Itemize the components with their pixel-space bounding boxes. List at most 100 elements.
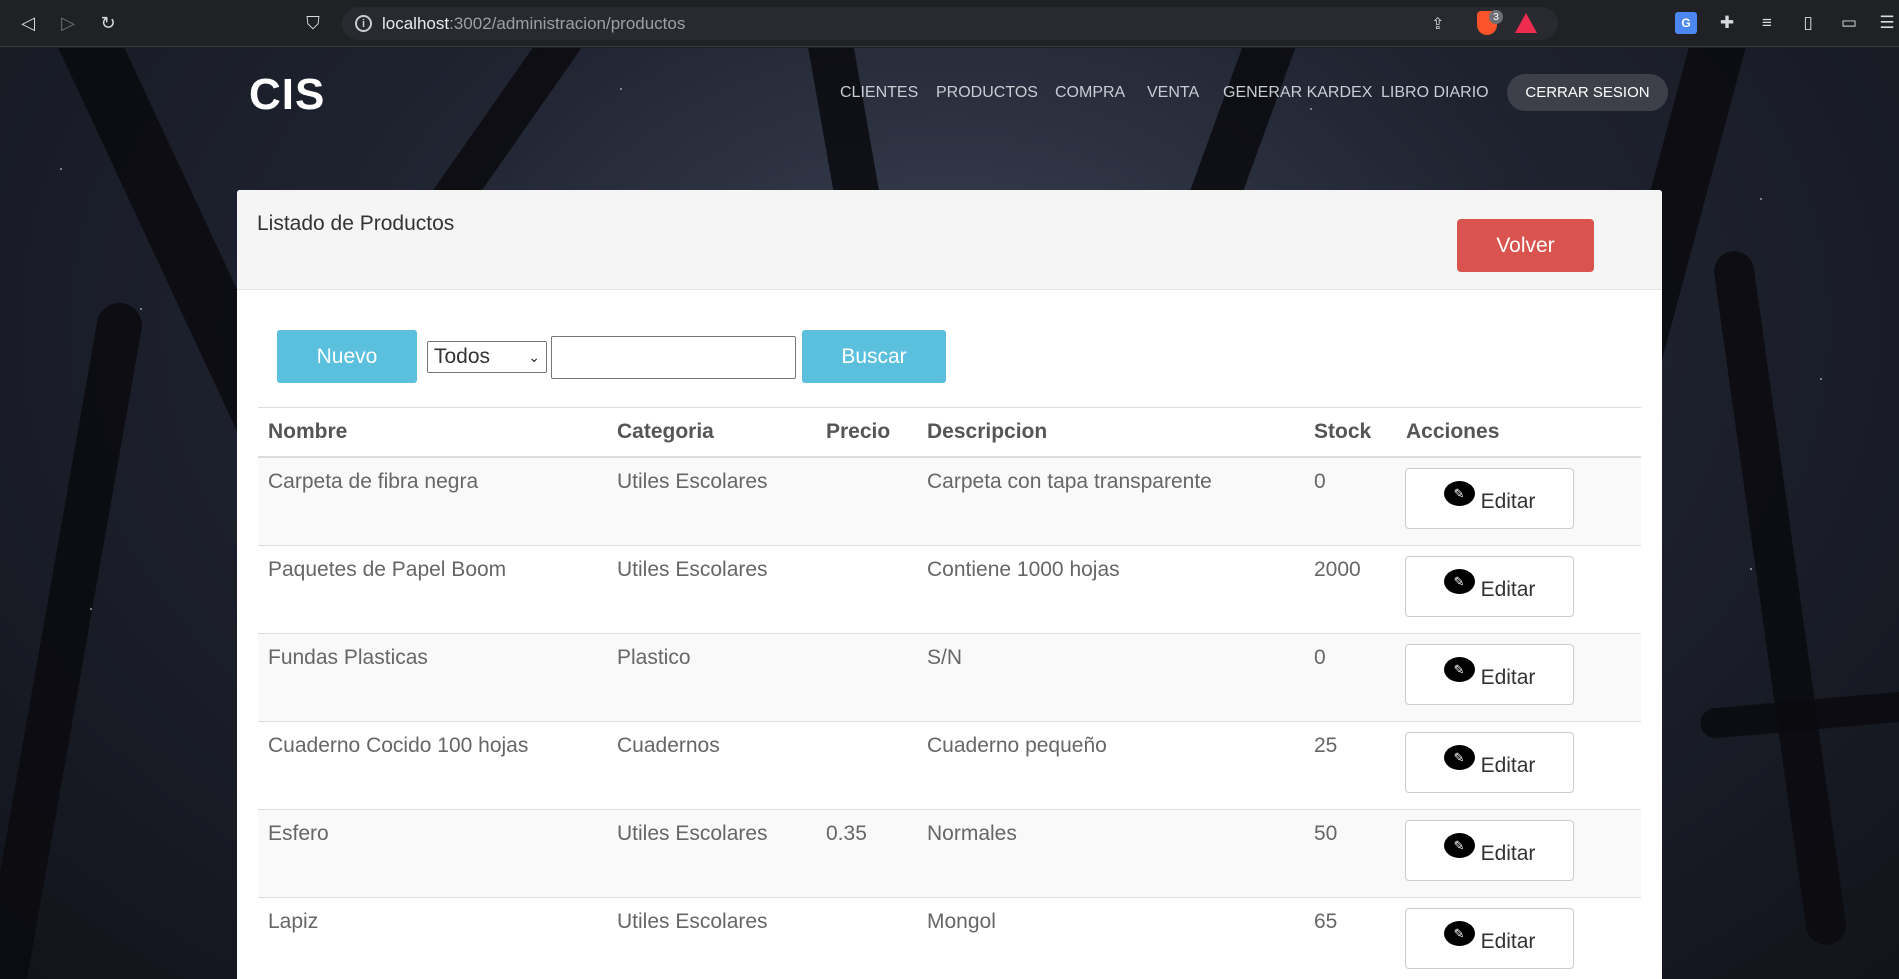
cell-stock: 50 bbox=[1314, 822, 1338, 845]
edit-button[interactable]: ✎ Editar bbox=[1405, 468, 1574, 529]
nav-venta[interactable]: VENTA bbox=[1147, 84, 1199, 102]
bookmark-icon[interactable]: ⛉ bbox=[301, 11, 325, 35]
products-table: Nombre Categoria Precio Descripcion Stoc… bbox=[258, 407, 1641, 979]
pencil-icon: ✎ bbox=[1443, 921, 1475, 946]
edit-label: Editar bbox=[1480, 929, 1536, 953]
search-input[interactable] bbox=[551, 336, 796, 379]
table-header: Nombre Categoria Precio Descripcion Stoc… bbox=[258, 407, 1641, 458]
edit-button[interactable]: ✎ Editar bbox=[1405, 556, 1574, 617]
cell-categoria: Utiles Escolares bbox=[617, 470, 768, 493]
playlist-icon[interactable]: ≡ bbox=[1756, 12, 1778, 34]
cell-nombre: Paquetes de Papel Boom bbox=[268, 558, 507, 581]
cell-stock: 65 bbox=[1314, 910, 1338, 933]
cell-categoria: Utiles Escolares bbox=[617, 910, 768, 933]
cell-categoria: Cuadernos bbox=[617, 734, 720, 757]
edit-label: Editar bbox=[1480, 753, 1536, 777]
nav-generar-kardex[interactable]: GENERAR KARDEX bbox=[1223, 84, 1372, 102]
column-header-acciones: Acciones bbox=[1406, 420, 1500, 443]
logout-button[interactable]: CERRAR SESION bbox=[1507, 74, 1668, 111]
cell-stock: 0 bbox=[1314, 470, 1326, 493]
new-product-button[interactable]: Nuevo bbox=[277, 330, 417, 383]
cell-descripcion: Mongol bbox=[927, 910, 996, 933]
filter-selected-value: Todos bbox=[434, 345, 491, 368]
pencil-icon: ✎ bbox=[1443, 833, 1475, 858]
cell-precio: 0.35 bbox=[826, 822, 867, 845]
star bbox=[60, 168, 62, 170]
pencil-icon: ✎ bbox=[1443, 481, 1475, 506]
edit-label: Editar bbox=[1480, 577, 1536, 601]
cell-stock: 0 bbox=[1314, 646, 1326, 669]
pencil-icon: ✎ bbox=[1443, 569, 1475, 594]
star bbox=[140, 308, 142, 310]
search-button[interactable]: Buscar bbox=[802, 330, 946, 383]
column-header-precio: Precio bbox=[826, 420, 891, 443]
column-header-descripcion: Descripcion bbox=[927, 420, 1048, 443]
cell-nombre: Carpeta de fibra negra bbox=[268, 470, 479, 493]
share-icon[interactable]: ⇪ bbox=[1431, 14, 1451, 34]
url-host: localhost bbox=[382, 14, 450, 33]
sidebar-icon[interactable]: ▯ bbox=[1797, 12, 1819, 34]
table-row: Lapiz Utiles Escolares Mongol 65 ✎ Edita… bbox=[258, 898, 1641, 979]
edit-button[interactable]: ✎ Editar bbox=[1405, 732, 1574, 793]
star bbox=[1820, 378, 1822, 380]
wallet-icon[interactable]: ▭ bbox=[1838, 12, 1860, 34]
chevron-down-icon: ⌄ bbox=[528, 349, 540, 365]
cell-descripcion: Normales bbox=[927, 822, 1017, 845]
nav-productos[interactable]: PRODUCTOS bbox=[936, 84, 1038, 102]
cell-categoria: Utiles Escolares bbox=[617, 822, 768, 845]
cell-nombre: Esfero bbox=[268, 822, 329, 845]
pencil-icon: ✎ bbox=[1443, 745, 1475, 770]
edit-label: Editar bbox=[1480, 489, 1536, 513]
nav-compra[interactable]: COMPRA bbox=[1055, 84, 1125, 102]
menu-icon[interactable]: ☰ bbox=[1876, 12, 1898, 34]
column-header-nombre: Nombre bbox=[268, 420, 348, 443]
cell-stock: 2000 bbox=[1314, 558, 1361, 581]
nav-libro-diario[interactable]: LIBRO DIARIO bbox=[1381, 84, 1489, 102]
back-button[interactable]: Volver bbox=[1457, 219, 1594, 272]
cell-stock: 25 bbox=[1314, 734, 1338, 757]
panel-title: Listado de Productos bbox=[257, 212, 455, 235]
edit-button[interactable]: ✎ Editar bbox=[1405, 644, 1574, 705]
edit-label: Editar bbox=[1480, 665, 1536, 689]
shields-count-badge: 3 bbox=[1489, 10, 1503, 24]
table-row: Paquetes de Papel Boom Utiles Escolares … bbox=[258, 546, 1641, 634]
column-header-stock: Stock bbox=[1314, 420, 1372, 443]
brave-rewards-icon[interactable] bbox=[1515, 13, 1537, 33]
edit-button[interactable]: ✎ Editar bbox=[1405, 908, 1574, 969]
cell-nombre: Lapiz bbox=[268, 910, 319, 933]
cell-nombre: Cuaderno Cocido 100 hojas bbox=[268, 734, 529, 757]
back-icon[interactable]: ◁ bbox=[16, 11, 40, 35]
tree-branch bbox=[1711, 248, 1849, 948]
cell-categoria: Plastico bbox=[617, 646, 691, 669]
pencil-icon: ✎ bbox=[1443, 657, 1475, 682]
edit-label: Editar bbox=[1480, 841, 1536, 865]
table-row: Cuaderno Cocido 100 hojas Cuadernos Cuad… bbox=[258, 722, 1641, 810]
cell-descripcion: S/N bbox=[927, 646, 963, 669]
cell-nombre: Fundas Plasticas bbox=[268, 646, 428, 669]
edit-button[interactable]: ✎ Editar bbox=[1405, 820, 1574, 881]
star bbox=[1760, 198, 1762, 200]
table-row: Fundas Plasticas Plastico S/N 0 ✎ Editar bbox=[258, 634, 1641, 722]
panel-header: Listado de Productos Volver bbox=[237, 190, 1662, 290]
cell-descripcion: Carpeta con tapa transparente bbox=[927, 470, 1212, 493]
star bbox=[1310, 108, 1312, 110]
nav-clientes[interactable]: CLIENTES bbox=[840, 84, 918, 102]
forward-icon[interactable]: ▷ bbox=[56, 11, 80, 35]
products-panel: Listado de Productos Volver Nuevo Todos … bbox=[237, 190, 1662, 979]
cell-descripcion: Contiene 1000 hojas bbox=[927, 558, 1120, 581]
table-row: Carpeta de fibra negra Utiles Escolares … bbox=[258, 458, 1641, 546]
tree-branch bbox=[0, 299, 146, 979]
column-header-categoria: Categoria bbox=[617, 420, 714, 443]
reload-icon[interactable]: ↻ bbox=[96, 11, 120, 35]
url-path: :3002/administracion/productos bbox=[449, 14, 686, 33]
translate-icon[interactable]: G bbox=[1675, 12, 1697, 34]
table-row: Esfero Utiles Escolares 0.35 Normales 50… bbox=[258, 810, 1641, 898]
site-info-icon[interactable]: i bbox=[355, 15, 372, 32]
cell-descripcion: Cuaderno pequeño bbox=[927, 734, 1107, 757]
url-text[interactable]: localhost:3002/administracion/productos bbox=[382, 14, 685, 34]
star bbox=[90, 608, 92, 610]
star bbox=[1750, 568, 1752, 570]
extensions-icon[interactable]: ✚ bbox=[1716, 12, 1738, 34]
address-bar[interactable]: i localhost:3002/administracion/producto… bbox=[342, 7, 1558, 40]
category-filter-select[interactable]: Todos ⌄ bbox=[427, 341, 547, 373]
